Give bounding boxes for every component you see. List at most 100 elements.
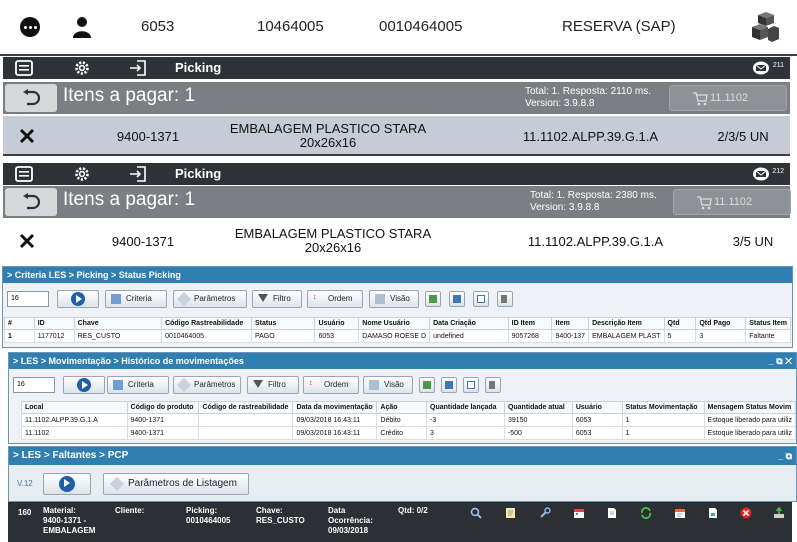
faltante-row[interactable]: 160 Material: 9400-1371 - EMBALAGEM Clie… xyxy=(8,502,792,542)
expand-icon[interactable] xyxy=(473,291,489,307)
column-header[interactable]: Descrição Item xyxy=(588,317,665,330)
login-icon[interactable] xyxy=(129,166,147,182)
column-header[interactable]: Usuário xyxy=(571,401,623,414)
column-header[interactable]: Status xyxy=(250,317,316,330)
column-header[interactable]: Mensagem Status Movim xyxy=(703,401,797,414)
settings-icon[interactable] xyxy=(73,166,91,182)
edit-icon[interactable] xyxy=(485,377,501,393)
item-quantity: 2/3/5 UN xyxy=(717,129,769,144)
column-header[interactable]: # xyxy=(4,317,35,330)
window-controls[interactable]: _ ⧉ xyxy=(778,447,792,465)
cart-icon xyxy=(697,196,712,210)
table-row[interactable]: 11.1102.ALPP.39.G.1.A 9400-1371 09/03/20… xyxy=(21,413,797,427)
menu-icon[interactable] xyxy=(15,60,33,76)
row-number: 160 xyxy=(18,508,32,517)
criteria-button[interactable]: Criteria xyxy=(105,290,167,308)
column-header[interactable]: Chave xyxy=(73,317,163,330)
schedule-icon[interactable] xyxy=(674,507,686,519)
table-cell: 5 xyxy=(663,329,697,343)
excel-export-icon[interactable] xyxy=(425,291,441,307)
data-label: Data xyxy=(328,506,346,515)
filtro-button[interactable]: Filtro xyxy=(252,290,302,308)
page-size-stepper[interactable]: 16 xyxy=(13,377,55,393)
document-icon[interactable] xyxy=(606,507,618,519)
visao-button[interactable]: Visão xyxy=(363,376,413,394)
column-header[interactable]: Usuário xyxy=(314,317,360,330)
column-header[interactable]: Quantidade atual xyxy=(503,401,573,414)
picking-item-row-2[interactable]: 9400-1371 EMBALAGEM PLASTICO STARA 20x26… xyxy=(3,221,790,261)
column-header[interactable]: Status Item xyxy=(745,317,791,330)
column-header[interactable]: Local xyxy=(21,401,128,414)
material-value: 9400-1371 - xyxy=(43,516,87,525)
calendar-icon[interactable] xyxy=(573,507,585,519)
criteria-label: Criteria xyxy=(126,294,152,303)
menu-icon[interactable] xyxy=(15,166,33,182)
edit-icon[interactable] xyxy=(497,291,513,307)
table-row[interactable]: 1 1177012 RES_CUSTO 0010464005 PAGO 6053… xyxy=(4,329,791,343)
ocorrencia-label: Ocorrência: xyxy=(328,516,373,525)
picking-toolbar-2: Picking 212 xyxy=(3,163,790,185)
criteria-icon xyxy=(113,380,123,390)
page-size-stepper[interactable]: 16 xyxy=(7,291,49,307)
close-icon[interactable] xyxy=(19,233,35,249)
picking-header: Itens a pagar: 1 Total: 1. Resposta: 211… xyxy=(3,82,790,114)
run-button[interactable] xyxy=(63,376,105,394)
picking-item-row[interactable]: 9400-1371 EMBALAGEM PLASTICO STARA 20x26… xyxy=(3,116,790,156)
column-header[interactable]: Status Movimentação xyxy=(621,401,705,414)
save-icon[interactable] xyxy=(449,291,465,307)
cart-button[interactable]: 11.1102 xyxy=(673,189,791,215)
table-row[interactable]: 11.1102 9400-1371 09/03/2018 16:43:11 Cr… xyxy=(21,426,797,440)
expand-icon[interactable] xyxy=(463,377,479,393)
report-icon[interactable] xyxy=(707,507,719,519)
column-header[interactable]: Item xyxy=(551,317,590,330)
save-icon[interactable] xyxy=(441,377,457,393)
search-icon[interactable] xyxy=(470,507,482,519)
export-icon[interactable] xyxy=(773,507,785,519)
settings-icon[interactable] xyxy=(73,60,91,76)
column-header[interactable]: Data Criação xyxy=(429,317,509,330)
column-header[interactable]: ID xyxy=(33,317,75,330)
refresh-icon[interactable] xyxy=(640,507,652,519)
column-header[interactable]: Qtd Pago xyxy=(695,317,747,330)
delete-icon[interactable] xyxy=(740,507,752,519)
column-header[interactable]: Data da movimentação xyxy=(292,401,378,414)
back-button[interactable] xyxy=(5,188,57,216)
column-header[interactable]: Código do produto xyxy=(126,401,200,414)
boxes-icon[interactable] xyxy=(748,12,780,44)
visao-button[interactable]: Visão xyxy=(369,290,419,308)
faltantes-panel: > LES > Faltantes > PCP _ ⧉ V.12 Parâmet… xyxy=(8,446,797,502)
messages-icon[interactable] xyxy=(752,60,770,76)
excel-export-icon[interactable] xyxy=(419,377,435,393)
historico-breadcrumb: > LES > Movimentação > Histórico de movi… xyxy=(9,353,796,369)
items-to-pay-title: Itens a pagar: 1 xyxy=(63,85,196,106)
criteria-button[interactable]: Criteria xyxy=(107,376,169,394)
ordem-button[interactable]: ↕ Ordem xyxy=(303,376,359,394)
parametros-button[interactable]: Parâmetros xyxy=(173,290,247,308)
window-controls[interactable]: _ ⧉ ✕ xyxy=(769,353,792,369)
criteria-icon xyxy=(111,294,121,304)
messages-icon[interactable] xyxy=(752,166,770,182)
more-options-icon[interactable] xyxy=(20,17,40,37)
list-params-button[interactable]: Parâmetros de Listagem xyxy=(103,473,249,495)
filtro-button[interactable]: Filtro xyxy=(247,376,299,394)
column-header[interactable]: Quantidade lançada xyxy=(426,401,505,414)
login-icon[interactable] xyxy=(129,60,147,76)
cart-button[interactable]: 11.1102 xyxy=(669,85,787,111)
wrench-icon[interactable] xyxy=(539,507,551,519)
user-code: 6053 xyxy=(141,18,175,35)
back-button[interactable] xyxy=(5,84,57,112)
column-header[interactable]: ID Item xyxy=(507,317,553,330)
column-header[interactable]: Código Rastreabilidade xyxy=(161,317,252,330)
column-header[interactable]: Nome Usuário xyxy=(358,317,431,330)
user-icon xyxy=(73,17,91,38)
close-icon[interactable] xyxy=(19,128,35,144)
historico-table: Local Código do produto Código de rastre… xyxy=(21,401,797,440)
note-icon[interactable] xyxy=(505,507,517,519)
column-header[interactable]: Código de rastreabilidade xyxy=(198,401,294,414)
column-header[interactable]: Ação xyxy=(376,401,428,414)
column-header[interactable]: Qtd xyxy=(663,317,697,330)
run-button[interactable] xyxy=(43,473,91,495)
parametros-button[interactable]: Parâmetros xyxy=(173,376,241,394)
run-button[interactable] xyxy=(57,290,99,308)
ordem-button[interactable]: ↕ Ordem xyxy=(307,290,363,308)
